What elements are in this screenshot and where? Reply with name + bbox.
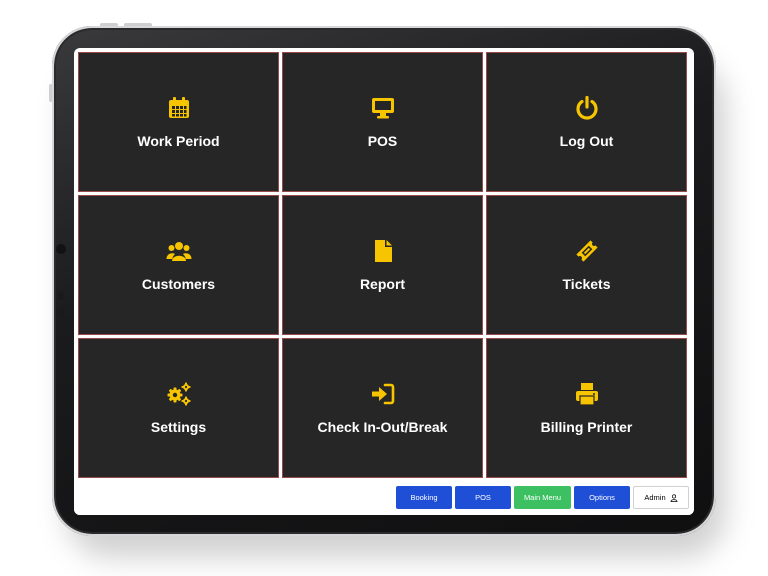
printer-icon — [575, 383, 598, 406]
sensor-1 — [57, 292, 65, 300]
admin-label: Admin — [644, 493, 666, 502]
log-out-tile[interactable]: Log Out — [486, 52, 687, 192]
settings-label: Settings — [150, 419, 207, 435]
power-icon — [575, 95, 598, 120]
sign-in-icon — [371, 383, 394, 405]
log-out-label: Log Out — [559, 133, 614, 149]
settings-tile[interactable]: Settings — [78, 338, 279, 478]
monitor-icon — [371, 98, 394, 119]
tickets-label: Tickets — [562, 276, 611, 292]
gears-icon — [167, 382, 190, 406]
sensor-2 — [57, 309, 65, 317]
front-camera — [56, 244, 66, 254]
pos-tile[interactable]: POS — [282, 52, 483, 192]
app-screen: Work Period POS Log Out Customers Report… — [74, 48, 694, 515]
check-in-out-break-tile[interactable]: Check In-Out/Break — [282, 338, 483, 478]
customers-label: Customers — [141, 276, 216, 292]
report-label: Report — [359, 276, 406, 292]
check-in-out-break-label: Check In-Out/Break — [317, 419, 448, 435]
users-icon — [166, 242, 191, 261]
booking-button[interactable]: Booking — [396, 486, 452, 509]
user-icon — [670, 493, 678, 502]
customers-tile[interactable]: Customers — [78, 195, 279, 335]
ticket-icon — [575, 240, 598, 262]
tickets-tile[interactable]: Tickets — [486, 195, 687, 335]
pos-label: POS — [367, 133, 398, 149]
pos-button[interactable]: POS — [455, 486, 511, 509]
report-tile[interactable]: Report — [282, 195, 483, 335]
calendar-icon — [168, 97, 189, 118]
bottom-action-bar: Booking POS Main Menu Options Admin — [74, 482, 694, 515]
main-menu-button[interactable]: Main Menu — [514, 486, 571, 509]
file-icon — [374, 240, 392, 262]
admin-button[interactable]: Admin — [633, 486, 689, 509]
billing-printer-label: Billing Printer — [540, 419, 633, 435]
work-period-label: Work Period — [137, 133, 220, 149]
main-menu-grid: Work Period POS Log Out Customers Report… — [78, 52, 690, 480]
options-button[interactable]: Options — [574, 486, 630, 509]
work-period-tile[interactable]: Work Period — [78, 52, 279, 192]
billing-printer-tile[interactable]: Billing Printer — [486, 338, 687, 478]
